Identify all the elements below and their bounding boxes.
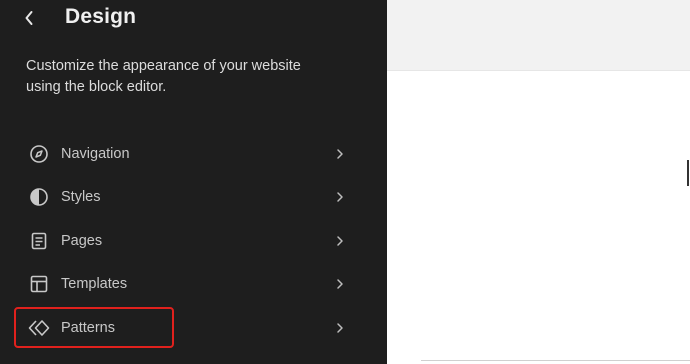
back-button[interactable] [18,4,40,32]
chevron-right-icon [335,277,345,291]
menu-item-label: Navigation [61,145,130,162]
design-menu: Navigation Styles Pages Templates Patter… [14,132,359,350]
menu-item-navigation[interactable]: Navigation [14,132,359,176]
menu-item-styles[interactable]: Styles [14,176,359,220]
preview-header: ▀▀▀▀ ▀▀▀▀▀▀▀▀ [387,0,690,71]
templates-icon [28,273,50,295]
preview-cut-off-heading: ▀▀▀▀ ▀▀▀▀▀▀▀▀ [419,0,669,11]
menu-item-label: Pages [61,232,103,249]
preview-edge-mark [687,160,689,186]
chevron-right-icon [335,190,345,204]
styles-icon [28,186,50,208]
menu-item-label: Templates [61,276,128,293]
page-title: Design [65,5,137,28]
sidebar-header: Design [0,0,387,40]
chevron-right-icon [335,321,345,335]
chevron-right-icon [335,147,345,161]
pages-icon [28,230,50,252]
site-preview[interactable]: ▀▀▀▀ ▀▀▀▀▀▀▀▀ [387,0,690,364]
design-sidebar: Design Customize the appearance of your … [0,0,387,364]
chevron-right-icon [335,234,345,248]
menu-item-label: Styles [61,189,101,206]
sidebar-description: Customize the appearance of your website… [26,58,301,95]
menu-item-patterns[interactable]: Patterns [14,306,359,350]
patterns-icon [28,317,50,339]
menu-item-templates[interactable]: Templates [14,263,359,307]
chevron-left-icon [25,11,33,25]
navigation-icon [28,143,50,165]
menu-item-label: Patterns [61,319,115,336]
preview-divider [421,360,690,361]
menu-item-pages[interactable]: Pages [14,219,359,263]
